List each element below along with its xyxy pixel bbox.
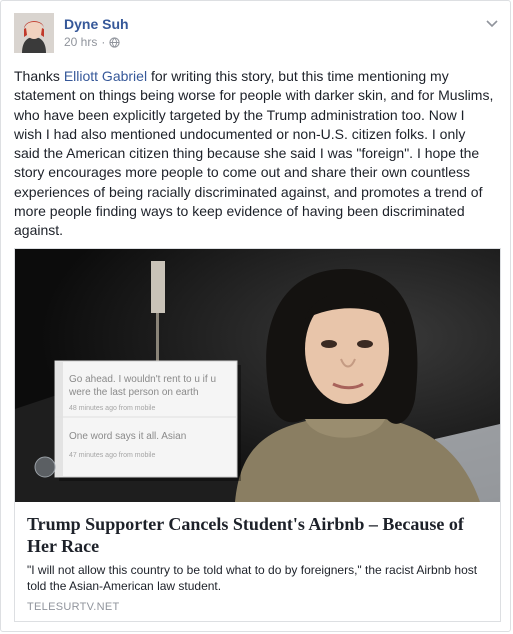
post-meta: 20 hrs · (64, 35, 120, 49)
chevron-down-icon[interactable] (484, 15, 500, 31)
avatar-photo (14, 13, 54, 53)
screenshot-message-1-line-1: Go ahead. I wouldn't rent to u if u (69, 374, 216, 385)
meta-separator: · (101, 35, 106, 49)
author-name[interactable]: Dyne Suh (64, 16, 129, 32)
tagged-person-link[interactable]: Elliott Gabriel (64, 68, 147, 84)
link-description: "I will not allow this country to be tol… (27, 563, 478, 593)
link-title[interactable]: Trump Supporter Cancels Student's Airbnb… (27, 513, 489, 557)
post-text-rest: for writing this story, but this time me… (14, 68, 494, 239)
link-preview-card[interactable]: Go ahead. I wouldn't rent to u if u were… (14, 248, 501, 622)
screenshot-message-2: One word says it all. Asian (69, 431, 186, 442)
link-domain: TELESURTV.NET (27, 601, 120, 613)
post-body: Thanks Elliott Gabriel for writing this … (14, 67, 494, 241)
facebook-post: Dyne Suh 20 hrs · Thanks Elliott Gabriel… (0, 0, 511, 632)
post-header: Dyne Suh 20 hrs · (14, 13, 500, 57)
post-timestamp[interactable]: 20 hrs (64, 35, 97, 49)
screenshot-meta-2: 47 minutes ago from mobile (69, 452, 155, 459)
author-avatar[interactable] (14, 13, 54, 53)
screenshot-meta-1: 48 minutes ago from mobile (69, 405, 155, 412)
link-preview-image[interactable]: Go ahead. I wouldn't rent to u if u were… (15, 249, 500, 502)
globe-icon[interactable] (109, 36, 120, 48)
news-photo: Go ahead. I wouldn't rent to u if u were… (15, 249, 500, 502)
post-text-start: Thanks (14, 68, 64, 84)
screenshot-message-1-line-2: were the last person on earth (68, 387, 199, 398)
